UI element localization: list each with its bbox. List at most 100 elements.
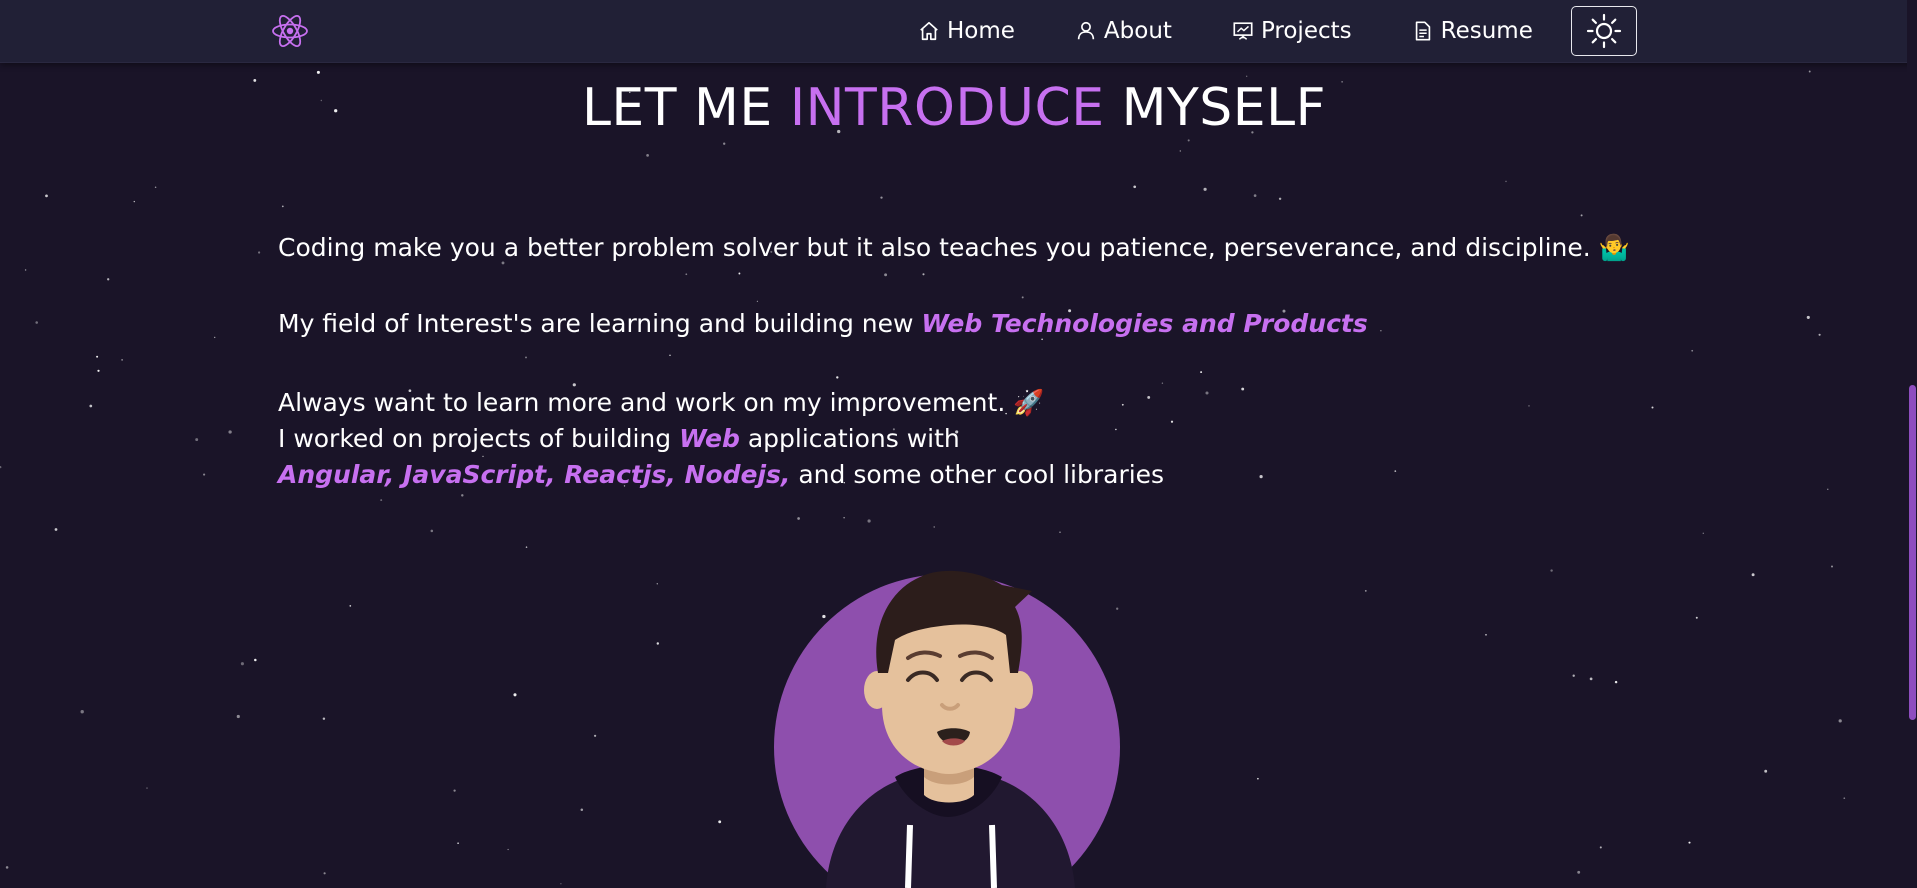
star <box>525 546 528 548</box>
intro-paragraph-3: Always want to learn more and work on my… <box>278 385 1164 493</box>
star <box>133 200 135 203</box>
star <box>1161 382 1164 384</box>
star <box>738 272 741 275</box>
star <box>35 321 38 324</box>
star <box>1806 315 1810 319</box>
star <box>1614 680 1618 684</box>
intro-text-1: Coding make you a better problem solver … <box>278 233 1630 262</box>
nav-about[interactable]: About <box>1075 18 1172 44</box>
star <box>1257 777 1259 780</box>
star <box>1695 616 1698 619</box>
star <box>89 404 93 408</box>
nav-links: Home About Projects Resume <box>918 0 1533 62</box>
nav-about-label: About <box>1103 18 1172 44</box>
intro-text-3-line3: Angular, JavaScript, Reactjs, Nodejs, an… <box>278 457 1164 493</box>
star <box>560 883 562 885</box>
star <box>797 517 800 520</box>
star <box>107 278 110 281</box>
nav-projects[interactable]: Projects <box>1232 18 1352 44</box>
star <box>593 734 597 737</box>
star <box>1589 677 1593 681</box>
star <box>756 300 759 302</box>
star <box>580 808 584 812</box>
star <box>513 693 517 697</box>
star <box>96 355 99 358</box>
star <box>1599 846 1602 849</box>
presentation-icon <box>1233 22 1253 40</box>
star <box>258 251 261 254</box>
star <box>121 359 123 361</box>
nav-home-label: Home <box>947 18 1015 44</box>
theme-toggle-button[interactable] <box>1571 6 1637 56</box>
star <box>867 519 871 523</box>
star <box>1246 75 1248 77</box>
star <box>236 714 240 719</box>
star <box>1485 633 1487 636</box>
home-icon <box>920 21 938 41</box>
star <box>1751 573 1755 577</box>
star <box>54 528 58 531</box>
navbar: Home About Projects Resume <box>0 0 1917 63</box>
star <box>933 526 935 528</box>
star <box>1241 387 1245 391</box>
star <box>1838 719 1842 723</box>
react-atom-icon[interactable] <box>270 11 310 51</box>
star <box>1021 296 1024 299</box>
star <box>1688 841 1691 844</box>
nav-resume-label: Resume <box>1440 18 1533 44</box>
intro-text-3-line2: I worked on projects of building Web app… <box>278 421 1164 457</box>
star <box>1200 371 1203 374</box>
line2-text-b: applications with <box>739 424 960 453</box>
star <box>1572 674 1575 677</box>
star <box>1394 470 1397 472</box>
star <box>836 376 839 379</box>
star <box>1380 330 1382 332</box>
star <box>0 466 2 469</box>
heading-highlight: INTRODUCE <box>789 78 1105 138</box>
star <box>718 820 722 824</box>
star <box>254 658 257 662</box>
tech-stack-highlight: Angular, JavaScript, Reactjs, Nodejs, <box>278 460 791 489</box>
nav-resume[interactable]: Resume <box>1412 18 1533 44</box>
web-highlight: Web <box>679 424 740 453</box>
star <box>1831 565 1833 568</box>
star <box>380 499 383 502</box>
nav-projects-label: Projects <box>1260 18 1352 44</box>
heading-text-2: MYSELF <box>1104 78 1327 138</box>
star <box>1041 338 1043 341</box>
star <box>656 642 660 645</box>
intro-paragraph-1: Coding make you a better problem solver … <box>278 233 1630 263</box>
nav-home[interactable]: Home <box>918 18 1015 44</box>
interests-highlight: Web Technologies and Products <box>921 309 1368 338</box>
line2-text-a: I worked on projects of building <box>278 424 680 453</box>
star <box>1133 185 1137 189</box>
star <box>80 710 84 714</box>
developer-avatar-illustration <box>774 570 1120 888</box>
star <box>843 517 845 519</box>
star <box>1203 187 1207 191</box>
heading-text-1: LET ME <box>581 78 790 138</box>
star <box>507 848 509 851</box>
star <box>1170 420 1174 423</box>
star <box>922 273 925 276</box>
scrollbar-track[interactable] <box>1907 0 1917 888</box>
star <box>1691 349 1694 352</box>
scrollbar-thumb[interactable] <box>1909 385 1916 720</box>
star <box>1580 214 1583 217</box>
star <box>1259 475 1263 479</box>
star <box>1818 333 1821 336</box>
user-icon <box>1077 21 1095 40</box>
star <box>322 717 326 720</box>
star <box>45 194 48 198</box>
star <box>213 336 216 339</box>
star <box>5 866 9 869</box>
star <box>24 269 27 271</box>
star <box>146 787 148 789</box>
star <box>723 142 726 145</box>
star <box>457 842 459 845</box>
star <box>884 273 888 277</box>
star <box>656 583 658 585</box>
star <box>1253 194 1257 197</box>
star <box>349 605 352 607</box>
star <box>203 473 206 476</box>
